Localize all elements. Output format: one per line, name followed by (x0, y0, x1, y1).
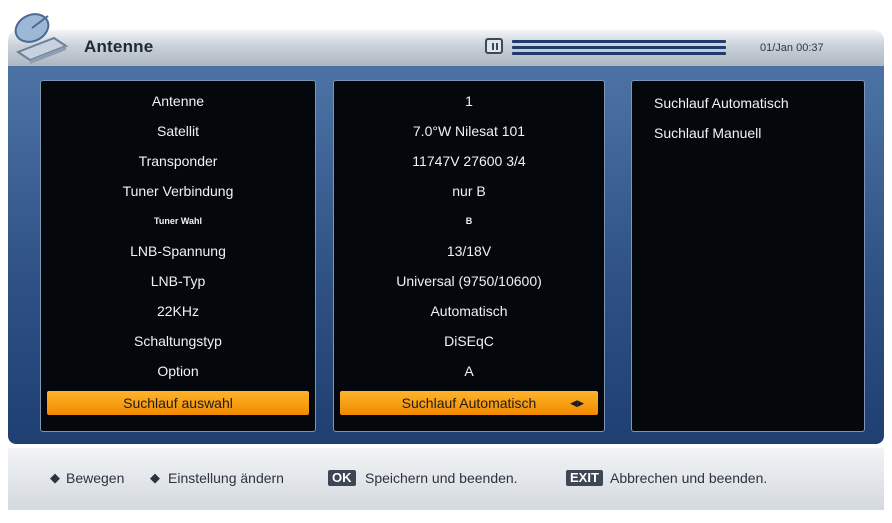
left-right-arrow-icon: ◀▶ (570, 398, 584, 408)
value-transponder[interactable]: 11747V 27600 3/4 (334, 149, 604, 173)
hint-exit: Abbrechen und beenden. (610, 470, 768, 486)
label-antenne[interactable]: Antenne (41, 89, 315, 113)
option-suchlauf-automatisch[interactable]: Suchlauf Automatisch (654, 95, 789, 111)
signal-bar (512, 40, 726, 43)
value-suchlauf-auswahl: Suchlauf Automatisch (401, 395, 537, 411)
exit-key: EXIT (566, 470, 603, 486)
value-schaltungstyp[interactable]: DiSEqC (334, 329, 604, 353)
option-suchlauf-manuell[interactable]: Suchlauf Manuell (654, 125, 761, 141)
signal-strength-bars (512, 38, 726, 56)
value-antenne[interactable]: 1 (334, 89, 604, 113)
signal-bar (512, 52, 726, 55)
value-lnb-spannung[interactable]: 13/18V (334, 239, 604, 263)
signal-icon (485, 38, 503, 54)
value-panel: 1 7.0°W Nilesat 101 11747V 27600 3/4 nur… (333, 80, 605, 432)
datetime: 01/Jan 00:37 (760, 42, 824, 54)
value-22khz[interactable]: Automatisch (334, 299, 604, 323)
value-satellit[interactable]: 7.0°W Nilesat 101 (334, 119, 604, 143)
ok-key: OK (328, 470, 356, 486)
label-lnb-typ[interactable]: LNB-Typ (41, 269, 315, 293)
label-lnb-spannung[interactable]: LNB-Spannung (41, 239, 315, 263)
page-title: Antenne (84, 37, 154, 56)
label-tuner-verbindung[interactable]: Tuner Verbindung (41, 179, 315, 203)
value-tuner-wahl[interactable]: B (334, 209, 604, 233)
label-suchlauf-auswahl[interactable]: Suchlauf auswahl (47, 391, 309, 415)
label-satellit[interactable]: Satellit (41, 119, 315, 143)
signal-bar (512, 46, 726, 49)
value-suchlauf-auswahl-selector[interactable]: Suchlauf Automatisch ◀▶ (340, 391, 598, 415)
hint-ok: Speichern und beenden. (365, 470, 518, 486)
label-option[interactable]: Option (41, 359, 315, 383)
label-panel: Antenne Satellit Transponder Tuner Verbi… (40, 80, 316, 432)
hint-change: Einstellung ändern (168, 470, 284, 486)
value-tuner-verbindung[interactable]: nur B (334, 179, 604, 203)
options-panel: Suchlauf Automatisch Suchlauf Manuell (631, 80, 865, 432)
value-lnb-typ[interactable]: Universal (9750/10600) (334, 269, 604, 293)
up-down-arrow-icon: ◆ (50, 470, 60, 485)
hint-move: Bewegen (66, 470, 125, 486)
value-option[interactable]: A (334, 359, 604, 383)
label-schaltungstyp[interactable]: Schaltungstyp (41, 329, 315, 353)
label-22khz[interactable]: 22KHz (41, 299, 315, 323)
satellite-dish-icon (14, 13, 69, 64)
left-right-arrow-icon: ◆ (150, 470, 160, 485)
label-tuner-wahl[interactable]: Tuner Wahl (41, 209, 315, 233)
label-transponder[interactable]: Transponder (41, 149, 315, 173)
